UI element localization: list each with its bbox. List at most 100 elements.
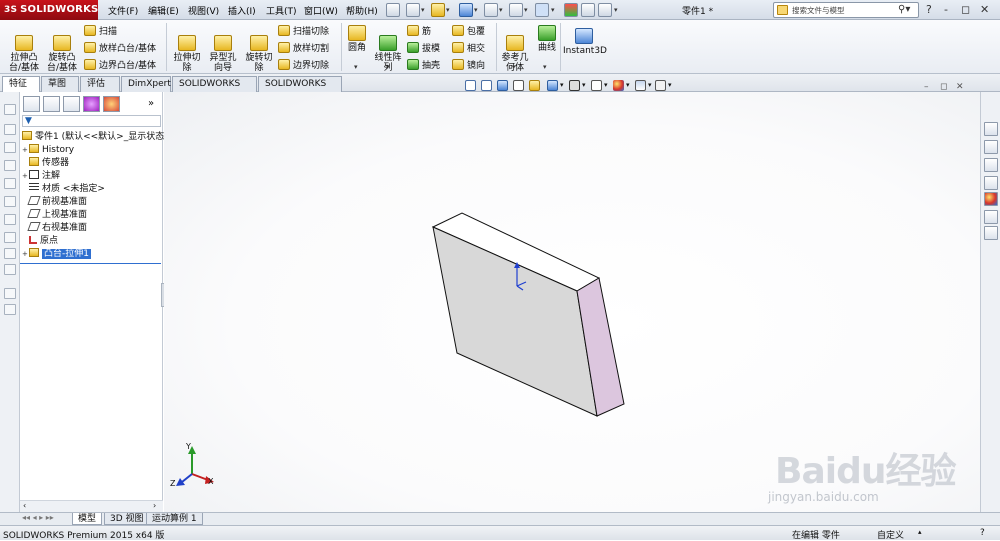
restore-button[interactable]: ◻	[961, 3, 970, 16]
revolve-boss-button[interactable]: 旋转凸 台/基体	[44, 25, 80, 73]
tab-scroll-icons[interactable]: ◂◂ ◂ ▸ ▸▸	[22, 513, 54, 522]
help-icon[interactable]: ?	[980, 528, 985, 538]
reference-triad[interactable]	[172, 442, 222, 492]
revolve-cut-button[interactable]: 旋转切 除	[242, 25, 276, 73]
swept-cut-button[interactable]: 扫描切除	[278, 24, 329, 37]
file-properties-icon[interactable]	[581, 3, 595, 17]
quick-snaps-icon[interactable]	[4, 288, 16, 299]
display-style-icon[interactable]	[569, 80, 580, 91]
search-box[interactable]: 搜索文件与模型 ⚲▾	[773, 2, 919, 18]
undo-icon[interactable]	[509, 3, 523, 17]
instant3d-button[interactable]: Instant3D	[563, 28, 607, 56]
scroll-left-icon[interactable]: ‹	[23, 501, 26, 510]
zoom-to-fit-icon[interactable]	[465, 80, 476, 91]
lofted-cut-button[interactable]: 放样切割	[278, 41, 329, 54]
section-view-icon[interactable]	[513, 80, 524, 91]
curves-button[interactable]: 曲线	[534, 25, 560, 53]
dynamic-annotation-icon[interactable]	[529, 80, 540, 91]
tab-evaluate[interactable]: 评估	[80, 76, 120, 92]
tab-3d-views[interactable]: 3D 视图	[104, 513, 150, 525]
tree-item-top-plane[interactable]: 上视基准面	[22, 209, 87, 222]
configuration-manager-tab-icon[interactable]	[63, 96, 80, 112]
expand-icon[interactable]: +	[22, 170, 29, 183]
search-input[interactable]: 搜索文件与模型	[792, 5, 845, 16]
pattern-dropdown-icon[interactable]: ▾	[386, 63, 390, 71]
tree-item-material[interactable]: 材质 <未指定>	[22, 183, 105, 196]
save-icon[interactable]	[459, 3, 473, 17]
extrude-cut-button[interactable]: 拉伸切 除	[170, 25, 204, 73]
menu-window[interactable]: 窗口(W)	[304, 4, 338, 17]
select-icon[interactable]	[535, 3, 549, 17]
scroll-right-icon[interactable]: ›	[153, 501, 156, 510]
tab-dimxpert[interactable]: DimXpert	[121, 76, 171, 92]
print-icon[interactable]	[484, 3, 498, 17]
help-icon[interactable]: ?	[926, 3, 932, 16]
expand-icon[interactable]: +	[22, 144, 29, 157]
apply-scene-icon[interactable]	[635, 80, 646, 91]
units-dropdown-icon[interactable]: ▴	[918, 528, 922, 536]
custom-properties-icon[interactable]	[984, 210, 998, 224]
solidworks-forum-icon[interactable]	[984, 226, 998, 240]
menu-insert[interactable]: 插入(I)	[228, 4, 256, 17]
tab-model[interactable]: 模型	[72, 513, 103, 525]
feature-tree-tab-icon[interactable]	[23, 96, 40, 112]
shell-button[interactable]: 抽壳	[407, 58, 440, 71]
options-dropdown-icon[interactable]: ▾	[614, 6, 618, 14]
display-style-dropdown-icon[interactable]: ▾	[582, 81, 586, 89]
sketch-tool-icon[interactable]	[4, 160, 16, 171]
extruded-block-model[interactable]	[424, 207, 634, 422]
tab-solidworks-mbd[interactable]: SOLIDWORKS MBD	[258, 76, 342, 103]
design-library-icon[interactable]	[984, 140, 998, 154]
wrap-button[interactable]: 包覆	[452, 24, 485, 37]
rollback-bar[interactable]	[20, 263, 161, 264]
appearance-dropdown-icon[interactable]: ▾	[626, 81, 630, 89]
tree-item-origin[interactable]: 原点	[22, 235, 58, 248]
expand-panel-icon[interactable]: »	[148, 98, 154, 109]
menu-edit[interactable]: 编辑(E)	[148, 4, 179, 17]
display-relations-icon[interactable]	[4, 264, 16, 275]
tree-item-history[interactable]: + History	[22, 144, 74, 157]
relations-icon[interactable]	[4, 248, 16, 259]
curves-dropdown-icon[interactable]: ▾	[543, 63, 547, 71]
new-dropdown-icon[interactable]: ▾	[421, 6, 425, 14]
minimize-viewport-icon[interactable]: –	[924, 82, 929, 92]
smart-dimension-icon[interactable]	[4, 232, 16, 243]
scene-dropdown-icon[interactable]: ▾	[648, 81, 652, 89]
print-dropdown-icon[interactable]: ▾	[499, 6, 503, 14]
expand-icon[interactable]: +	[22, 248, 29, 261]
boundary-boss-button[interactable]: 边界凸台/基体	[84, 58, 156, 71]
pin-icon[interactable]	[386, 3, 400, 17]
menu-view[interactable]: 视图(V)	[188, 4, 219, 17]
solidworks-logo[interactable]: 3S SOLIDWORKS	[0, 0, 98, 20]
sketch-tool-icon[interactable]	[4, 214, 16, 225]
hole-wizard-button[interactable]: 异型孔 向导	[206, 25, 240, 73]
hide-show-items-icon[interactable]	[591, 80, 602, 91]
close-button[interactable]: ✕	[980, 3, 989, 16]
feature-tree-filter[interactable]: ▼	[22, 115, 161, 127]
sweep-button[interactable]: 扫描	[84, 24, 117, 37]
tab-motion-study[interactable]: 运动算例 1	[146, 513, 203, 525]
view-orientation-dropdown-icon[interactable]: ▾	[560, 81, 564, 89]
ref-geometry-dropdown-icon[interactable]: ▾	[512, 63, 516, 71]
select-dropdown-icon[interactable]: ▾	[551, 6, 555, 14]
draft-button[interactable]: 拔模	[407, 41, 440, 54]
tab-features[interactable]: 特征	[2, 76, 40, 93]
view-orientation-icon[interactable]	[547, 80, 558, 91]
property-manager-tab-icon[interactable]	[43, 96, 60, 112]
new-document-icon[interactable]	[406, 3, 420, 17]
open-icon[interactable]	[431, 3, 445, 17]
display-manager-tab-icon[interactable]	[103, 96, 120, 112]
menu-file[interactable]: 文件(F)	[108, 4, 138, 17]
mirror-button[interactable]: 镜向	[452, 58, 485, 71]
search-scope-icon[interactable]	[777, 5, 788, 15]
undo-dropdown-icon[interactable]: ▾	[524, 6, 528, 14]
sketch-tool-icon[interactable]	[4, 178, 16, 189]
previous-view-icon[interactable]	[497, 80, 508, 91]
tree-item-front-plane[interactable]: 前视基准面	[22, 196, 87, 209]
tab-solidworks-addins[interactable]: SOLIDWORKS 插件	[172, 76, 257, 103]
boundary-cut-button[interactable]: 边界切除	[278, 58, 329, 71]
units-selector[interactable]: 自定义	[877, 528, 904, 541]
sketch-tool-icon[interactable]	[4, 196, 16, 207]
appearances-scenes-icon[interactable]	[984, 192, 998, 206]
sketch-tool-icon[interactable]	[4, 104, 16, 115]
